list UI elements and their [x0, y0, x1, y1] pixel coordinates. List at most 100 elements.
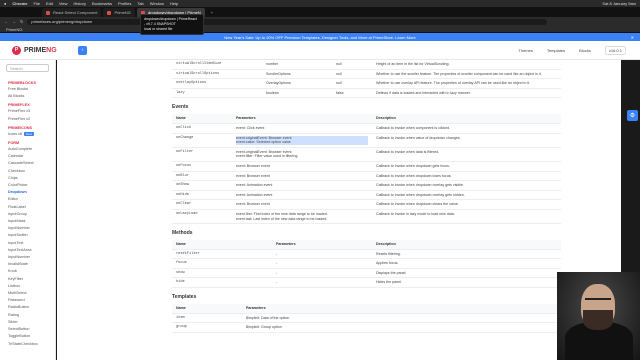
config-button[interactable]: ⚙: [627, 110, 638, 121]
menu-item[interactable]: Tab: [137, 1, 143, 6]
table-cell: Callback to invoke when dropdown overlay…: [372, 190, 561, 201]
cell-line: null: [336, 81, 342, 86]
table-row: onBlur event: Browser event Callback to in…: [172, 171, 561, 182]
sidebar-item[interactable]: Dropdown: [0, 189, 55, 196]
cell-line: null: [336, 71, 342, 76]
browser-tab[interactable]: React Select Component: [42, 8, 102, 17]
cell-line: Hides the panel.: [376, 280, 402, 285]
sidebar-item[interactable]: InputText: [0, 240, 55, 247]
menu-item[interactable]: Edit: [46, 1, 53, 6]
table-cell: Defines if data is loaded and interacted…: [372, 88, 561, 99]
apple-icon[interactable]: ●: [4, 1, 6, 6]
table-cell: hide: [172, 277, 272, 289]
table-cell: onHide: [172, 190, 232, 201]
table-row: onClear event: Browser event Callback to i…: [172, 199, 561, 210]
table-cell: event: Browser event: [232, 171, 372, 182]
sidebar-item[interactable]: Icons v6 New: [0, 131, 55, 138]
sidebar-item[interactable]: Checkbox: [0, 168, 55, 175]
menu-item[interactable]: File: [34, 1, 40, 6]
sidebar-section-title: PRIMEICONS: [8, 125, 33, 130]
search-input[interactable]: Search: [6, 64, 49, 72]
url-field[interactable]: primefaces.org/primeng/dropdown: [27, 18, 548, 25]
browser-tab[interactable]: PrimeNG: [103, 8, 135, 17]
sidebar-item[interactable]: MultiSelect: [0, 290, 55, 297]
sidebar-item[interactable]: AutoComplete: [0, 146, 55, 153]
reload-icon[interactable]: ↻: [20, 19, 23, 24]
nav-blocks[interactable]: Blocks: [579, 48, 591, 53]
table-row: onHide event: Animation event Callback to …: [172, 190, 561, 201]
cell-line: Applies focus.: [376, 261, 399, 266]
cell-line: Callback to invoke when dropdown overlay…: [376, 183, 464, 188]
cell-line: onChange: [176, 135, 194, 140]
sidebar-item[interactable]: InputGroup: [0, 211, 55, 218]
menu-item[interactable]: Profiles: [118, 1, 131, 6]
banner-text: New Year's Sale: Up to 20% OFF Premium T…: [224, 34, 416, 40]
sidebar-item[interactable]: Chips: [0, 175, 55, 182]
table-cell: onClick: [172, 123, 232, 134]
bookmark-item[interactable]: PrimeNG: [6, 27, 22, 32]
sidebar-item[interactable]: CascadeSelect: [0, 160, 55, 167]
cell-line: Callback to invoke when dropdown gets fo…: [376, 163, 450, 168]
sidebar-item[interactable]: Rating: [0, 312, 55, 319]
menu-item[interactable]: Bookmarks: [92, 1, 112, 6]
close-icon[interactable]: ✕: [631, 35, 634, 40]
cell-line: event: Animation event: [236, 183, 273, 188]
menu-item[interactable]: View: [59, 1, 68, 6]
sidebar-item[interactable]: Password: [0, 297, 55, 304]
cell-line: boolean: [266, 90, 279, 95]
promo-banner[interactable]: New Year's Sale: Up to 20% OFF Premium T…: [0, 33, 640, 41]
sidebar-item[interactable]: InputNumber: [0, 254, 55, 261]
menu-item[interactable]: History: [74, 1, 86, 6]
sidebar-item[interactable]: ToggleButton: [0, 333, 55, 340]
new-tab-button[interactable]: +: [207, 8, 217, 17]
sidebar-item[interactable]: All Blocks: [0, 93, 55, 100]
events-title: Events: [172, 104, 189, 111]
sidebar-item[interactable]: Free Blocks: [0, 86, 55, 93]
sidebar-item[interactable]: PrimeFlex v3: [0, 108, 55, 115]
version-select[interactable]: v16.0.1: [604, 45, 626, 55]
back-icon[interactable]: ←: [4, 19, 8, 24]
sidebar-item[interactable]: ColorPicker: [0, 182, 55, 189]
column-header: Parameters: [242, 304, 561, 314]
sidebar-item[interactable]: TriStateCheckbox: [0, 341, 55, 348]
menu-item[interactable]: Help: [170, 1, 178, 6]
sidebar-item[interactable]: Knob: [0, 268, 55, 275]
sidebar-item[interactable]: InputSwitch: [0, 232, 55, 239]
top-nav: Themes Templates Blocks v16.0.1: [518, 45, 640, 55]
sidebar-item[interactable]: FloatLabel: [0, 204, 55, 211]
menu-item[interactable]: Window: [150, 1, 164, 6]
address-bar: ← → ↻ primefaces.org/primeng/dropdown: [0, 17, 640, 26]
nav-templates[interactable]: Templates: [547, 48, 565, 53]
sidebar-section-title: FORM: [8, 141, 20, 146]
sidebar-item[interactable]: InvalidState: [0, 261, 55, 268]
sidebar-item[interactable]: Calendar: [0, 153, 55, 160]
table-cell: onShow: [172, 180, 232, 191]
cell-line: onClick: [176, 125, 192, 130]
logo-text: PRIMENG: [24, 46, 57, 54]
cell-line: event: Browser event: [236, 163, 270, 168]
sidebar-item[interactable]: Listbox: [0, 283, 55, 290]
nav-themes[interactable]: Themes: [518, 48, 532, 53]
sidebar-item[interactable]: RadioButton: [0, 304, 55, 311]
table-cell: Whether to use overlay API feature. The …: [372, 78, 561, 89]
table-row: show - Displays the panel.: [172, 268, 561, 279]
cell-line: virtualScrollOptions: [176, 71, 220, 76]
sidebar-item[interactable]: InputTextArea: [0, 247, 55, 254]
sidebar-item[interactable]: Slider: [0, 319, 55, 326]
sidebar-item[interactable]: KeyFilter: [0, 276, 55, 283]
cell-line: false: [336, 90, 344, 95]
sidebar-item[interactable]: InputMask: [0, 218, 55, 225]
sidebar-item[interactable]: Editor: [0, 196, 55, 203]
menu-toggle-button[interactable]: ‹: [78, 45, 87, 55]
menu-app[interactable]: Chrome: [12, 1, 27, 6]
sidebar-item[interactable]: InputNumber: [0, 225, 55, 232]
table-cell: overlayOptions: [172, 78, 262, 89]
table-row: onClick event: Click event Callback to inv…: [172, 123, 561, 134]
forward-icon[interactable]: →: [12, 19, 16, 24]
sidebar-item[interactable]: PrimeFlex v2: [0, 116, 55, 123]
cell-line: Height of an item in the list for Virtua…: [376, 62, 450, 66]
table-row: onShow event: Animation event Callback to …: [172, 180, 561, 191]
table-cell: Callback to invoke when dropdown overlay…: [372, 180, 561, 191]
logo[interactable]: P PRIMENG: [0, 45, 74, 55]
sidebar-item[interactable]: SelectButton: [0, 326, 55, 333]
